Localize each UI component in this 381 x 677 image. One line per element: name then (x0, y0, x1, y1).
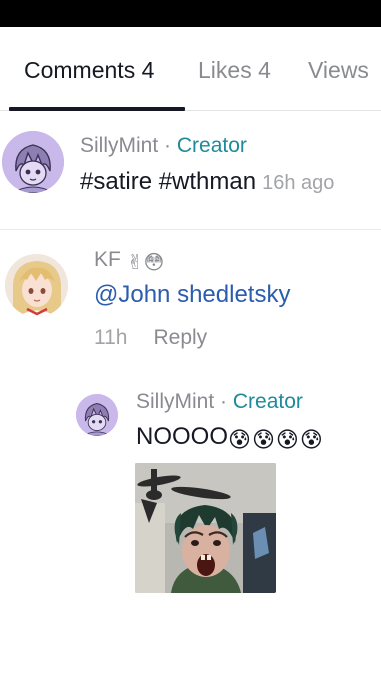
comment-emojis: 😰😰😰😰 (228, 427, 324, 452)
author-name[interactable]: SillyMint (136, 390, 214, 413)
creator-badge: Creator (232, 390, 303, 413)
comment-text: NOOOO (136, 423, 229, 450)
meta-separator: · (220, 390, 228, 413)
comment-timestamp: 16h ago (262, 172, 335, 194)
comment-meta: SillyMint · Creator (136, 390, 303, 414)
comment-text: #satire #wthman (80, 168, 257, 195)
user-avatar[interactable] (5, 254, 68, 317)
screaming-man-photo[interactable] (135, 463, 276, 593)
comment-divider (0, 229, 381, 230)
tab-likes[interactable]: Likes 4 (198, 56, 271, 84)
creator-badge: Creator (176, 134, 247, 157)
comment-text-row: NOOOO😰😰😰😰 (136, 422, 324, 455)
active-tab-indicator (9, 107, 185, 111)
comment-text-row: #satire #wthman 16h ago (80, 167, 334, 198)
author-name[interactable]: SillyMint (80, 134, 158, 157)
anime-girl-avatar-icon (5, 254, 68, 317)
anime-sketch-avatar-icon (2, 131, 64, 193)
user-avatar[interactable] (76, 394, 118, 436)
comment-meta: SillyMint · Creator (80, 134, 247, 158)
user-avatar[interactable] (2, 131, 64, 193)
author-name[interactable]: KF (94, 248, 121, 271)
meta-separator: · (164, 134, 172, 157)
author-emojis: ✌😳 (126, 252, 165, 274)
anime-sketch-avatar-icon (76, 394, 118, 436)
comment-actions: 11h Reply (94, 326, 207, 350)
comment-timestamp: 11h (94, 326, 128, 349)
tab-views[interactable]: Views (308, 56, 369, 84)
comment-text-row: @John shedletsky (94, 280, 290, 310)
mention-link[interactable]: @John shedletsky (94, 281, 290, 308)
tab-bar: Comments 4 Likes 4 Views (0, 27, 381, 111)
tab-comments[interactable]: Comments 4 (24, 56, 154, 84)
status-bar (0, 0, 381, 27)
reply-button[interactable]: Reply (153, 326, 207, 349)
screaming-man-photo-image (135, 463, 276, 593)
comment-meta: KF ✌😳 (94, 248, 164, 275)
